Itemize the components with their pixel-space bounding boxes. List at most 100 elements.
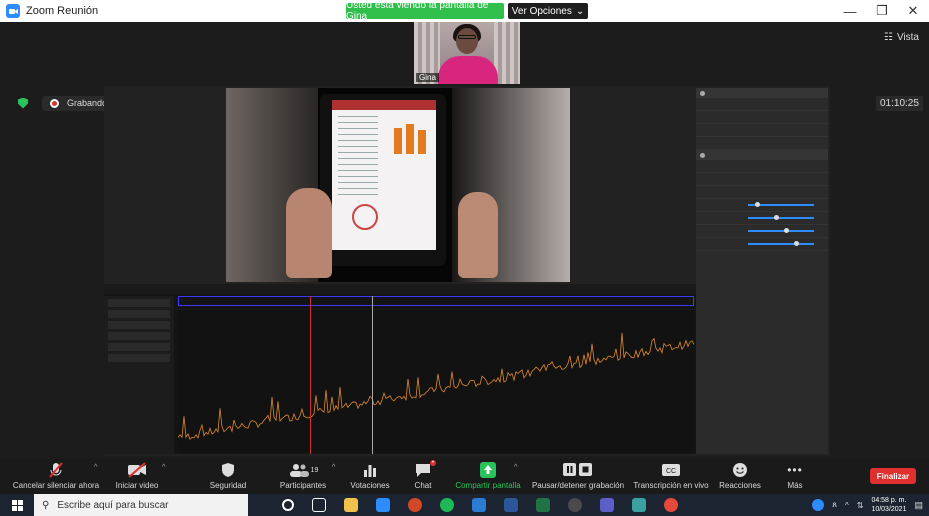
chevron-up-icon[interactable]: ^ <box>845 501 849 510</box>
panel-row <box>696 98 828 111</box>
panel-row <box>696 160 828 173</box>
view-options-button[interactable]: Ver Opciones ⌄ <box>508 3 588 19</box>
taskbar-search-box[interactable]: ⚲ Escribe aquí para buscar <box>34 494 248 516</box>
start-button[interactable] <box>0 494 34 516</box>
pause-stop-recording-button[interactable]: Pausar/detener grabación <box>530 458 626 494</box>
panel-slider-row <box>696 212 828 225</box>
word-icon[interactable] <box>504 498 518 512</box>
clock-date: 10/03/2021 <box>871 506 907 513</box>
unmute-label: Cancelar silenciar ahora <box>12 481 100 490</box>
signal-plot <box>177 310 695 452</box>
participants-options-caret[interactable]: ^ <box>332 464 335 471</box>
file-explorer-icon[interactable] <box>344 498 358 512</box>
shared-screen <box>104 86 830 456</box>
restore-button[interactable]: ❐ <box>866 0 898 22</box>
eye-icon <box>700 152 705 158</box>
spotify-icon[interactable] <box>440 498 454 512</box>
participant-name: Gina <box>416 73 439 82</box>
participants-count: 19 <box>310 466 319 474</box>
info-icon <box>700 90 705 96</box>
shield-icon <box>221 460 235 480</box>
share-screen-label: Compartir pantalla <box>455 481 521 490</box>
video-off-icon <box>127 460 147 480</box>
chat-label: Chat <box>414 481 432 490</box>
participant-video-thumbnail[interactable]: Gina <box>414 22 520 84</box>
panel-slider <box>748 202 814 207</box>
unmute-button[interactable]: Cancelar silenciar ahora <box>6 458 106 494</box>
panel-row <box>696 124 828 137</box>
minimize-button[interactable]: — <box>834 0 866 22</box>
chrome-icon[interactable] <box>664 498 678 512</box>
audio-options-caret[interactable]: ^ <box>94 464 97 471</box>
meeting-area: ☷ Vista Gina Grabando... ❚❚ ■ 01:10:25 <box>0 22 929 458</box>
more-button[interactable]: ••• Más <box>780 458 810 494</box>
panel-slider <box>748 228 814 233</box>
participants-button[interactable]: 19 Participantes <box>270 458 336 494</box>
muted-microphone-icon <box>47 460 65 480</box>
pause-stop-recording-label: Pausar/detener grabación <box>531 481 625 490</box>
powerpoint-icon[interactable] <box>408 498 422 512</box>
meeting-timer: 01:10:25 <box>876 96 923 111</box>
security-label: Seguridad <box>209 481 247 490</box>
mail-icon[interactable] <box>472 498 486 512</box>
pause-stop-icon <box>563 460 593 480</box>
cortana-icon[interactable] <box>282 499 294 511</box>
tray-zoom-icon[interactable] <box>812 499 825 511</box>
notifications-icon[interactable]: ▤ <box>914 500 923 511</box>
tablet-chart-bar <box>418 130 426 154</box>
photos-icon[interactable] <box>632 498 646 512</box>
view-options-label: Ver Opciones <box>511 5 572 17</box>
curtain-right <box>494 22 520 84</box>
clock-time: 04:58 p. m. <box>871 497 907 504</box>
system-tray: ጸ ^ ⇅ 04:58 p. m. 10/03/2021 ▤ <box>812 494 929 516</box>
share-options-caret[interactable]: ^ <box>514 464 517 471</box>
participant-body <box>438 56 498 84</box>
panel-row <box>696 111 828 124</box>
task-view-icon[interactable] <box>312 498 326 512</box>
left-hand <box>286 188 332 278</box>
closed-caption-icon: CC <box>662 460 680 480</box>
participants-label: Participantes <box>279 481 327 490</box>
tablet-chart-bar <box>406 124 414 154</box>
video-options-caret[interactable]: ^ <box>162 464 165 471</box>
live-transcription-button[interactable]: CC Transcripción en vivo <box>630 458 712 494</box>
reactions-label: Reacciones <box>719 481 761 490</box>
title-bar: Zoom Reunión Usted está viendo la pantal… <box>0 0 929 22</box>
live-transcription-label: Transcripción en vivo <box>633 481 709 490</box>
meeting-toolbar: Cancelar silenciar ahora ^ Iniciar video… <box>0 458 929 494</box>
teams-icon[interactable] <box>600 498 614 512</box>
windows-taskbar: ⚲ Escribe aquí para buscar ጸ ^ ⇅ 04:58 p… <box>0 494 929 516</box>
reactions-button[interactable]: Reacciones <box>716 458 764 494</box>
window-title: Zoom Reunión <box>26 5 99 17</box>
view-button[interactable]: ☷ Vista <box>884 32 919 43</box>
timeline-layer-list <box>104 296 174 454</box>
more-dots-icon: ••• <box>787 463 803 477</box>
participant-head <box>456 28 478 54</box>
taskbar-apps <box>282 494 678 516</box>
close-button[interactable]: ✕ <box>897 0 929 22</box>
windows-logo-icon <box>11 499 23 511</box>
people-icon[interactable]: ጸ <box>832 500 837 510</box>
view-button-label: Vista <box>896 32 919 43</box>
timeline-ruler <box>178 296 694 306</box>
participants-icon: 19 <box>288 460 319 480</box>
svg-text:CC: CC <box>666 468 676 475</box>
panel-slider <box>748 215 814 220</box>
network-icon[interactable]: ⇅ <box>857 501 864 510</box>
app-icon[interactable] <box>568 498 582 512</box>
panel-row <box>696 186 828 199</box>
panel-section-header <box>696 150 828 160</box>
start-video-button[interactable]: Iniciar video <box>110 458 164 494</box>
tablet-screen-header <box>332 100 436 110</box>
chat-button[interactable]: • Chat <box>404 458 442 494</box>
chevron-down-icon: ⌄ <box>575 5 585 17</box>
zoom-taskbar-icon[interactable] <box>376 498 390 512</box>
taskbar-clock[interactable]: 04:58 p. m. 10/03/2021 <box>871 496 906 514</box>
timeline-cursor-red <box>310 296 311 454</box>
security-shield-icon <box>18 97 28 109</box>
chat-icon: • <box>414 460 436 480</box>
security-button[interactable]: Seguridad <box>200 458 256 494</box>
polls-button[interactable]: Votaciones <box>342 458 398 494</box>
end-meeting-button[interactable]: Finalizar <box>870 468 916 484</box>
excel-icon[interactable] <box>536 498 550 512</box>
